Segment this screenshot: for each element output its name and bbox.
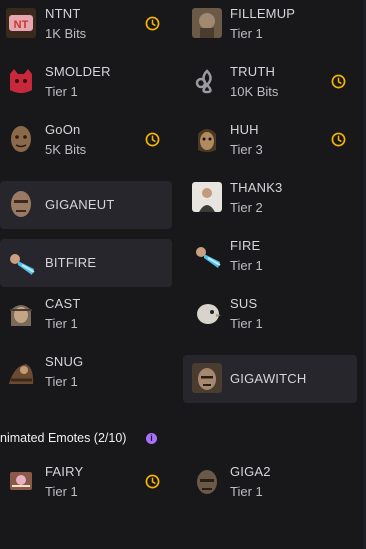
emote-cost: Tier 3 [230,142,263,157]
emote-name: SUS [230,296,258,311]
emote-image-ntnt: NT [6,8,36,38]
emote-image-fillemup [192,8,222,38]
emote-image-smolder [6,66,36,96]
emote-name: FILLEMUP [230,6,296,21]
emote-image-goon [6,124,36,154]
emote-name: HUH [230,122,259,137]
emote-name: CAST [45,296,81,311]
emote-giganeut[interactable]: GIGANEUT [0,181,172,229]
emote-image-giga2 [192,466,222,496]
emote-image-sus [192,298,222,328]
emote-cost: Tier 1 [230,26,263,41]
emote-gigawitch[interactable]: GIGAWITCH [183,355,357,403]
emote-cost: 10K Bits [230,84,279,99]
clock-icon [145,474,160,489]
emote-name: FAIRY [45,464,84,479]
emote-fire[interactable]: FIRE Tier 1 [183,232,357,280]
clock-icon [145,16,160,31]
emote-cost: Tier 1 [45,484,78,499]
emote-image-huh [192,124,222,154]
emote-fairy[interactable]: FAIRY Tier 1 [0,458,172,506]
emote-huh[interactable]: HUH Tier 3 [183,116,357,164]
clock-icon [145,132,160,147]
emote-cost: 5K Bits [45,142,87,157]
emote-name: FIRE [230,238,261,253]
emote-image-fairy [6,466,36,496]
emote-name: GoOn [45,122,81,137]
emote-image-cast [6,298,36,328]
emote-name: BITFIRE [45,255,97,270]
emote-cost: Tier 1 [230,316,263,331]
emote-cost: Tier 1 [230,258,263,273]
emote-name: THANK3 [230,180,283,195]
emote-image-snug [6,356,36,386]
clock-icon [331,74,346,89]
emote-name: GIGANEUT [45,197,115,212]
emote-cost: Tier 2 [230,200,263,215]
info-icon[interactable]: i [146,433,157,444]
emote-cost: Tier 1 [230,484,263,499]
emote-image-giganeut [6,189,36,219]
svg-text:NT: NT [14,19,29,31]
emote-name: GIGA2 [230,464,271,479]
emote-image-fire [192,240,222,270]
emote-cost: Tier 1 [45,84,78,99]
emote-cost: 1K Bits [45,26,87,41]
emote-snug[interactable]: SNUG Tier 1 [0,348,172,396]
emote-truth[interactable]: TRUTH 10K Bits [183,58,357,106]
emote-cast[interactable]: CAST Tier 1 [0,290,172,338]
emote-smolder[interactable]: SMOLDER Tier 1 [0,58,172,106]
clock-icon [331,132,346,147]
emote-fillemup[interactable]: FILLEMUP Tier 1 [183,0,357,48]
emote-cost: Tier 1 [45,316,78,331]
emote-name: SMOLDER [45,64,111,79]
emote-image-bitfire [6,247,36,277]
emote-name: NTNT [45,6,81,21]
emote-image-truth [192,66,222,96]
emote-cost: Tier 1 [45,374,78,389]
emote-name: GIGAWITCH [230,371,307,386]
emote-goon[interactable]: GoOn 5K Bits [0,116,172,164]
emote-name: SNUG [45,354,84,369]
animated-emotes-heading: nimated Emotes (2/10) [0,431,127,445]
emote-thank3[interactable]: THANK3 Tier 2 [183,174,357,222]
emote-image-thank3 [192,182,222,212]
emote-bitfire[interactable]: BITFIRE [0,239,172,287]
emote-sus[interactable]: SUS Tier 1 [183,290,357,338]
emote-giga2[interactable]: GIGA2 Tier 1 [183,458,357,506]
emote-name: TRUTH [230,64,276,79]
emote-image-gigawitch [192,363,222,393]
emote-ntnt[interactable]: NT NTNT 1K Bits [0,0,172,48]
